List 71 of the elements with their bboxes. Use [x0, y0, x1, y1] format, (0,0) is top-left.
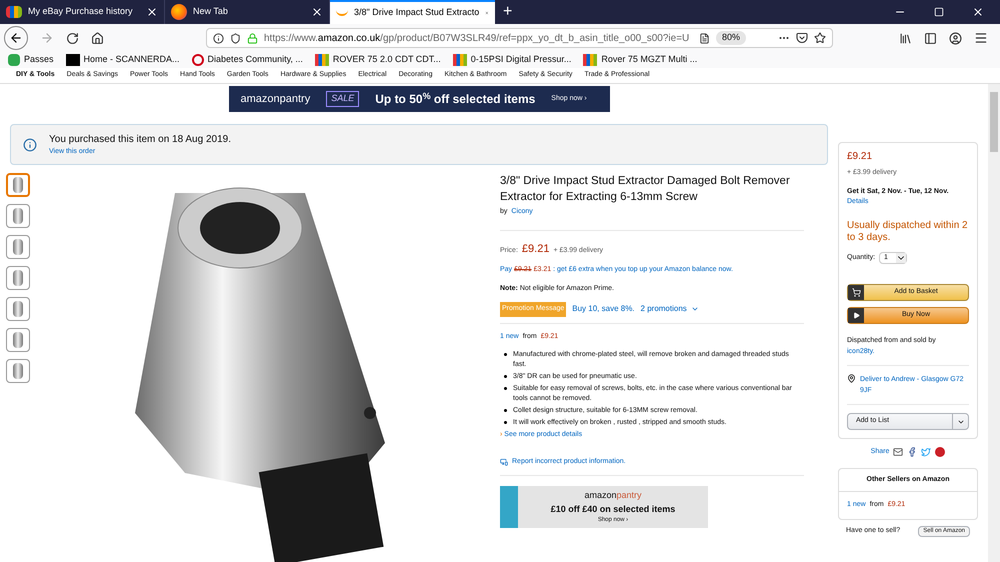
library-icon[interactable]: [899, 32, 912, 44]
price: £9.21: [522, 242, 550, 256]
shop-bag-icon: [314, 54, 329, 66]
promotions-link[interactable]: 2 promotions: [640, 303, 699, 316]
product-thumbnail[interactable]: [6, 173, 30, 197]
shop-bag-icon: [6, 6, 22, 18]
play-icon: [852, 312, 860, 319]
maximize-icon[interactable]: [934, 7, 944, 17]
banner-brand: amazonpantry: [240, 92, 310, 107]
bullet-icon: [504, 375, 507, 378]
bullet-icon: [504, 387, 507, 390]
address-bar[interactable]: https://www.amazon.co.uk/gp/product/B07W3SLR49/ref=ppx_yo_dt_b_asin_title_o00_s00?ie=U 80%: [206, 28, 833, 48]
banner-headline: Up to 50$^{%}$ off selected items: [375, 90, 536, 108]
square-logo-icon: [66, 54, 80, 66]
ad-brand: amazonpantry: [584, 489, 642, 502]
leaf-logo-icon: [8, 54, 20, 66]
bookmark-star-icon[interactable]: [814, 32, 826, 44]
product-thumbnail[interactable]: [6, 359, 30, 383]
smile-logo-icon: [336, 10, 348, 16]
close-icon[interactable]: [146, 6, 158, 18]
twitter-icon[interactable]: [921, 447, 932, 458]
ad-headline: £10 off £40 on selected items: [550, 502, 676, 516]
account-icon[interactable]: [949, 32, 962, 44]
bullet-icon: [504, 409, 507, 412]
bookmark-item[interactable]: Passes: [8, 53, 54, 67]
notice-text: You purchased this item on 18 Aug 2019.: [49, 132, 231, 147]
promotion-text: Buy 10, save 8%.: [572, 303, 635, 316]
bookmark-item[interactable]: Home - SCANNERDA...: [66, 53, 180, 67]
email-icon[interactable]: [893, 447, 904, 458]
caret-icon: [896, 252, 906, 263]
url-text: https://www.amazon.co.uk/gp/product/B07W3SLR49/ref=ppx_yo_dt_b_asin_title_o00_s00?ie=U: [264, 32, 690, 46]
facebook-icon[interactable]: [907, 447, 918, 458]
product-thumbnail[interactable]: [6, 266, 30, 290]
close-icon[interactable]: [972, 6, 984, 18]
browser-tab[interactable]: 3/8" Drive Impact Stud Extracto: [330, 0, 495, 24]
pocket-icon[interactable]: [796, 32, 808, 44]
product-title: 3/8" Drive Impact Stud Extractor Damaged Bolt Remover Extractor for Extracting 6-13mm Screw: [500, 174, 791, 205]
sidebar-icon[interactable]: [924, 32, 937, 44]
shop-bag-icon: [583, 54, 598, 66]
reader-view-icon[interactable]: [698, 32, 710, 44]
back-button[interactable]: [4, 26, 28, 50]
bug-icon: [192, 54, 204, 66]
bullet-icon: [504, 353, 507, 356]
lock-icon[interactable]: [247, 32, 258, 44]
bullet-icon: [504, 421, 507, 424]
shield-icon[interactable]: [230, 32, 241, 44]
scrollbar[interactable]: [988, 84, 1000, 562]
product-thumbnail[interactable]: [6, 297, 30, 321]
product-thumbnail[interactable]: [6, 204, 30, 228]
bookmark-item[interactable]: 0-15PSI Digital Pressur...: [452, 53, 572, 67]
bookmark-item[interactable]: ROVER 75 2.0 CDT CDT...: [314, 53, 441, 67]
reload-icon[interactable]: [66, 32, 79, 44]
pinterest-icon[interactable]: [935, 447, 946, 458]
product-thumbnail[interactable]: [6, 235, 30, 259]
close-icon[interactable]: [311, 6, 323, 18]
sale-tag: SALE: [326, 91, 360, 107]
shop-bag-icon: [452, 54, 467, 66]
location-pin-icon: [847, 374, 856, 383]
menu-icon[interactable]: [974, 31, 988, 45]
bookmark-item[interactable]: Diabetes Community, ...: [192, 53, 303, 67]
product-thumbnail[interactable]: [6, 328, 30, 352]
home-icon[interactable]: [91, 32, 104, 44]
info-icon[interactable]: [213, 32, 224, 44]
buybox-price: £9.21: [847, 150, 874, 164]
bookmark-item[interactable]: Rover 75 MGZT Multi ...: [583, 53, 698, 67]
zoom-badge[interactable]: 80%: [716, 31, 746, 45]
availability-text: Usually dispatched within 2 to 3 days.: [847, 220, 969, 244]
info-icon: [23, 138, 37, 152]
cart-icon: [852, 288, 860, 297]
new-tab-button[interactable]: +: [495, 0, 520, 24]
browser-logo-icon: [171, 4, 187, 20]
